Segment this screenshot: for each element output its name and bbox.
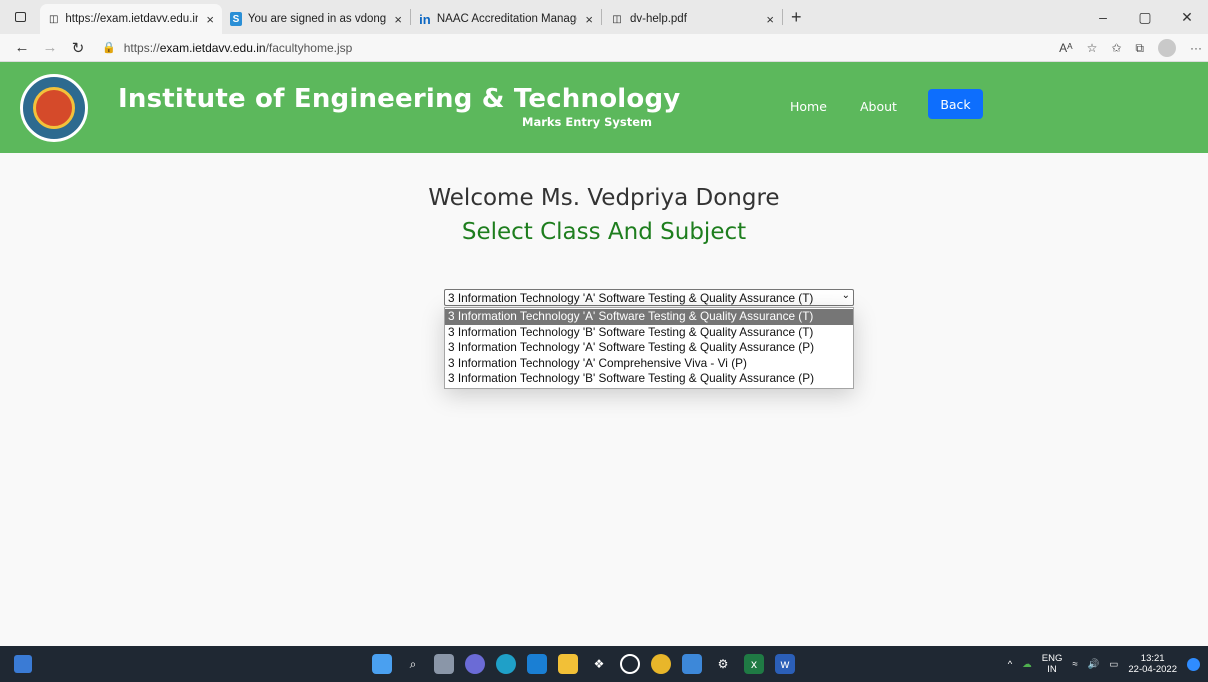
read-aloud-icon[interactable]: Aᴬ [1059, 41, 1072, 55]
address-bar-actions: Aᴬ ☆ ✩ ⧉ ··· [1059, 34, 1202, 62]
close-tab-icon[interactable]: × [766, 12, 774, 27]
region-code: IN [1047, 664, 1057, 675]
photos-icon[interactable] [682, 654, 702, 674]
wifi-icon[interactable]: ≈ [1072, 659, 1077, 670]
battery-icon[interactable]: ▭ [1109, 659, 1118, 670]
class-subject-select[interactable]: 3 Information Technology 'A' Software Te… [444, 289, 854, 306]
select-option[interactable]: 3 Information Technology 'B' Software Te… [445, 371, 853, 387]
site-subtitle: Marks Entry System [522, 115, 652, 129]
start-icon[interactable] [372, 654, 392, 674]
tab-dv-help[interactable]: ◫ dv-help.pdf × [602, 4, 782, 34]
close-window-icon[interactable]: ✕ [1166, 0, 1208, 34]
tab-title: You are signed in as vdongre.iet [247, 13, 387, 25]
nav-about-link[interactable]: About [860, 99, 897, 114]
favorites-icon[interactable]: ✩ [1111, 41, 1121, 55]
tab-title: NAAC Accreditation Managemer [436, 13, 578, 25]
dropbox-icon[interactable]: ❖ [589, 654, 609, 674]
more-menu-icon[interactable]: ··· [1190, 41, 1202, 55]
select-option[interactable]: 3 Information Technology 'A' Comprehensi… [445, 356, 853, 372]
url-prefix: https:// [123, 40, 160, 55]
window-controls: – ▢ ✕ [1082, 0, 1208, 34]
tab-title: https://exam.ietdavv.edu.in/facul [65, 13, 199, 25]
url-field[interactable]: 🔒 https:// exam.ietdavv.edu.in /facultyh… [102, 41, 352, 55]
system-tray: ^ ☁ ENG IN ≈ 🔊 ▭ 13:21 22-04-2022 [1008, 646, 1200, 682]
back-arrow-icon[interactable]: ← [8, 39, 36, 56]
forward-arrow-icon[interactable]: → [36, 39, 64, 56]
nav-home-link[interactable]: Home [790, 99, 827, 114]
page-icon: ◫ [612, 13, 622, 25]
word-icon[interactable]: w [775, 654, 795, 674]
tab-separator [782, 9, 783, 25]
tab-actions-icon [14, 12, 26, 22]
chrome-icon[interactable] [651, 654, 671, 674]
clock[interactable]: 13:21 22-04-2022 [1128, 653, 1177, 675]
select-value: 3 Information Technology 'A' Software Te… [448, 290, 814, 305]
language-indicator[interactable]: ENG IN [1042, 653, 1063, 675]
taskbar-apps: ⌕ ❖ ⚙ x w [372, 646, 795, 682]
site-brand[interactable]: Institute of Engineering & Technology [118, 84, 680, 114]
tab-faculty-home[interactable]: ◫ https://exam.ietdavv.edu.in/facul × [40, 4, 222, 34]
select-class-heading: Select Class And Subject [461, 219, 747, 245]
close-tab-icon[interactable]: × [585, 12, 593, 27]
profile-avatar[interactable] [1158, 39, 1176, 57]
select-option[interactable]: 3 Information Technology 'B' Software Te… [445, 325, 853, 341]
page-icon: ◫ [48, 13, 59, 25]
new-tab-icon[interactable]: + [791, 7, 802, 28]
select-option[interactable]: 3 Information Technology 'A' Software Te… [445, 309, 853, 325]
network-app-icon[interactable]: ☁ [1022, 659, 1032, 670]
search-icon[interactable]: ⌕ [403, 654, 423, 674]
chat-icon[interactable] [465, 654, 485, 674]
url-path: /facultyhome.jsp [265, 40, 353, 55]
lock-icon: 🔒 [102, 42, 116, 54]
tab-signed-in[interactable]: S You are signed in as vdongre.iet × [222, 4, 410, 34]
chevron-down-icon: ⌄ [841, 290, 850, 301]
browser-tab-bar: ◫ https://exam.ietdavv.edu.in/facul × S … [0, 0, 1208, 34]
store-icon[interactable] [527, 654, 547, 674]
select-option[interactable]: 3 Information Technology 'A' Software Te… [445, 340, 853, 356]
app-icon[interactable] [620, 654, 640, 674]
s-icon: S [230, 12, 242, 26]
file-explorer-icon[interactable] [558, 654, 578, 674]
chevron-up-icon[interactable]: ^ [1008, 659, 1012, 670]
class-subject-dropdown: 3 Information Technology 'A' Software Te… [444, 307, 854, 389]
address-bar: ← → ↻ 🔒 https:// exam.ietdavv.edu.in /fa… [0, 34, 1208, 62]
url-host: exam.ietdavv.edu.in [159, 40, 266, 55]
institute-logo [20, 74, 88, 142]
close-tab-icon[interactable]: × [394, 12, 402, 27]
back-button[interactable]: Back [928, 89, 983, 119]
collections-icon[interactable]: ⧉ [1135, 41, 1144, 56]
clock-time: 13:21 [1140, 653, 1165, 664]
site-header: Institute of Engineering & Technology Ma… [0, 62, 1208, 153]
task-view-icon[interactable] [434, 654, 454, 674]
restore-icon[interactable]: ▢ [1124, 0, 1166, 34]
linkedin-icon: in [419, 11, 431, 27]
close-tab-icon[interactable]: × [206, 12, 214, 27]
tab-naac[interactable]: in NAAC Accreditation Managemer × [411, 4, 601, 34]
notification-icon[interactable] [1187, 657, 1200, 671]
windows-taskbar: ⌕ ❖ ⚙ x w ^ ☁ ENG IN ≈ 🔊 ▭ 13:21 22-04-2… [0, 646, 1208, 682]
refresh-icon[interactable]: ↻ [64, 39, 92, 57]
widgets-icon[interactable] [14, 655, 32, 673]
volume-icon[interactable]: 🔊 [1088, 659, 1100, 670]
favorite-add-icon[interactable]: ☆ [1087, 41, 1098, 55]
minimize-icon[interactable]: – [1082, 0, 1124, 34]
language-code: ENG [1041, 653, 1063, 664]
settings-icon[interactable]: ⚙ [713, 654, 733, 674]
excel-icon[interactable]: x [744, 654, 764, 674]
tab-actions-button[interactable] [0, 0, 40, 34]
clock-date: 22-04-2022 [1128, 664, 1177, 675]
tab-title: dv-help.pdf [630, 13, 687, 25]
edge-icon[interactable] [496, 654, 516, 674]
welcome-heading: Welcome Ms. Vedpriya Dongre [428, 185, 780, 211]
